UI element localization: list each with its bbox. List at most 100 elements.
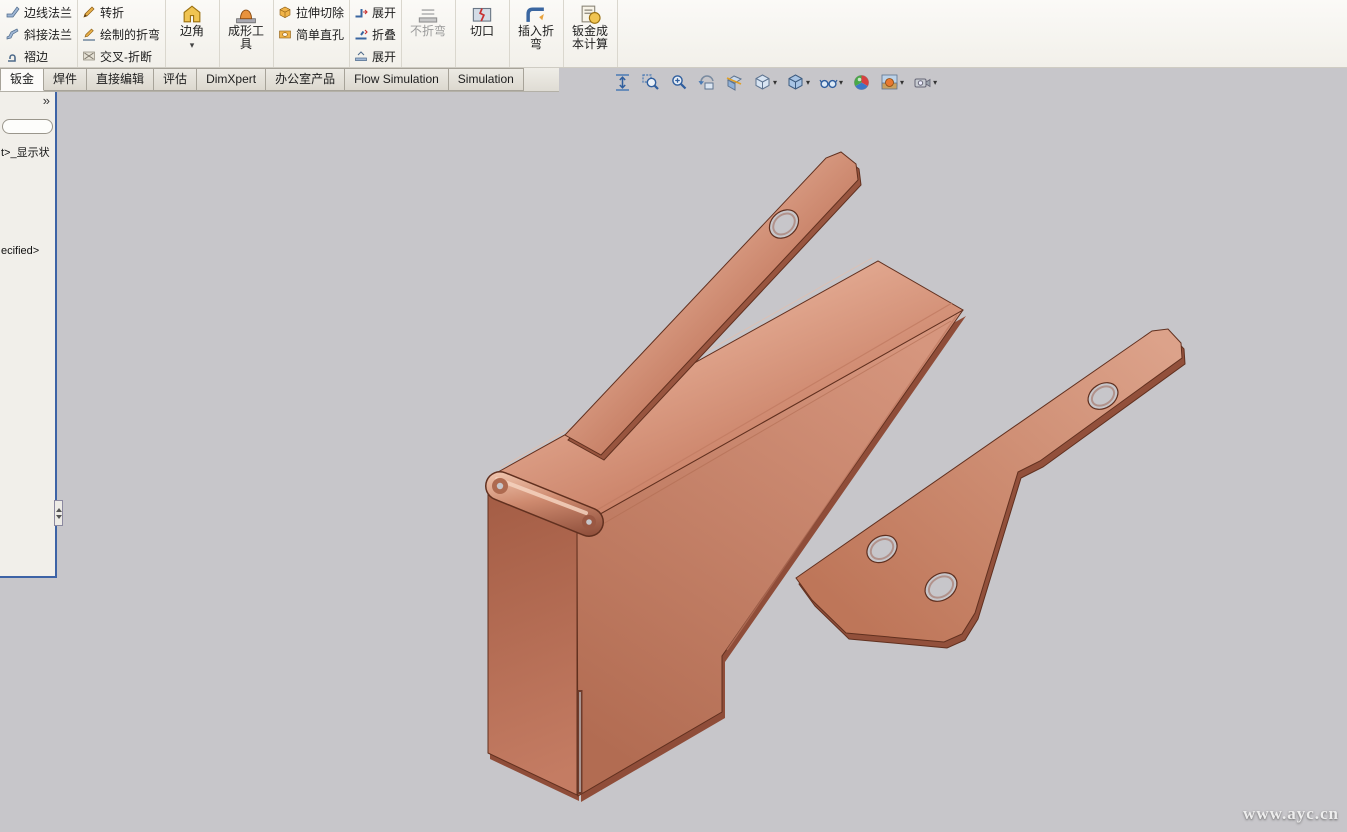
simple-hole-button[interactable]: 简单直孔 bbox=[278, 23, 344, 45]
cross-break-button[interactable]: 交叉-折断 bbox=[82, 45, 160, 67]
sketched-bend-icon bbox=[82, 27, 96, 41]
miter-flange-button[interactable]: 斜接法兰 bbox=[6, 23, 72, 45]
apply-scene-button[interactable]: ▾ bbox=[879, 72, 905, 93]
no-bends-label: 不折弯 bbox=[408, 25, 448, 38]
zoom-in-out-button[interactable] bbox=[668, 72, 689, 93]
apply-scene-icon bbox=[880, 73, 899, 92]
zoom-in-out-icon bbox=[669, 73, 688, 92]
corner-dropdown-caret[interactable]: ▾ bbox=[190, 40, 195, 50]
tab-weldments[interactable]: 焊件 bbox=[44, 68, 87, 91]
view-settings-icon bbox=[913, 73, 932, 92]
jog-icon bbox=[82, 5, 96, 19]
ribbon-group-cost: 钣金成本计算 bbox=[564, 0, 618, 67]
ribbon-group-no-bends: 不折弯 bbox=[402, 0, 456, 67]
edge-flange-button[interactable]: 边线法兰 bbox=[6, 1, 72, 23]
tab-direct-editing[interactable]: 直接编辑 bbox=[87, 68, 154, 91]
heads-up-view-toolbar: ▾ ▾ ▾ ▾ ▾ bbox=[612, 72, 938, 93]
panel-expand-chevron[interactable]: » bbox=[43, 93, 50, 108]
edit-appearance-icon bbox=[852, 73, 871, 92]
edge-flange-icon bbox=[6, 5, 20, 19]
apply-scene-caret: ▾ bbox=[900, 78, 904, 87]
hem-icon bbox=[6, 49, 20, 63]
ribbon-group-insert-bends: 插入折弯 bbox=[510, 0, 564, 67]
ribbon-group-flanges: 边线法兰 斜接法兰 褶边 bbox=[2, 0, 78, 67]
flatten-label: 展开 bbox=[372, 48, 396, 65]
zoom-area-icon bbox=[641, 73, 660, 92]
ribbon-group-corner: 边角 ▾ bbox=[166, 0, 220, 67]
insert-bends-label: 插入折弯 bbox=[516, 25, 556, 51]
insert-bends-button[interactable]: 插入折弯 bbox=[514, 1, 558, 51]
display-style-icon bbox=[786, 73, 805, 92]
ribbon-group-cuts: 拉伸切除 简单直孔 bbox=[274, 0, 350, 67]
corner-icon bbox=[181, 3, 203, 25]
unfold-icon bbox=[354, 5, 368, 19]
flatten-button[interactable]: 展开 bbox=[354, 45, 396, 67]
ribbon-group-rip: 切口 bbox=[456, 0, 510, 67]
ribbon-group-bends: 转折 绘制的折弯 交叉-折断 bbox=[78, 0, 166, 67]
view-orientation-caret: ▾ bbox=[773, 78, 777, 87]
sketched-bend-button[interactable]: 绘制的折弯 bbox=[82, 23, 160, 45]
hem-label: 褶边 bbox=[24, 48, 48, 65]
corner-button[interactable]: 边角 ▾ bbox=[170, 1, 214, 50]
zoom-fit-button[interactable] bbox=[612, 72, 633, 93]
unfold-button[interactable]: 展开 bbox=[354, 1, 396, 23]
panel-splitter-handle[interactable] bbox=[54, 500, 63, 526]
splitter-down-arrow bbox=[56, 515, 62, 519]
flatten-icon bbox=[354, 49, 368, 63]
hide-show-items-icon bbox=[819, 73, 838, 92]
simple-hole-label: 简单直孔 bbox=[296, 26, 344, 43]
view-settings-button[interactable]: ▾ bbox=[912, 72, 938, 93]
cross-break-label: 交叉-折断 bbox=[100, 48, 152, 65]
forming-tool-button[interactable]: 成形工具 bbox=[224, 1, 268, 51]
tab-flow-simulation[interactable]: Flow Simulation bbox=[345, 68, 449, 91]
feature-manager-panel: » t>_显示状 ecified> bbox=[0, 92, 57, 578]
previous-view-button[interactable] bbox=[696, 72, 717, 93]
model-canvas bbox=[0, 0, 1347, 832]
ribbon-group-forming: 成形工具 bbox=[220, 0, 274, 67]
ribbon-tab-strip: 钣金 焊件 直接编辑 评估 DimXpert 办公室产品 Flow Simula… bbox=[0, 68, 559, 92]
corner-label: 边角 bbox=[172, 25, 212, 38]
sheet-metal-cost-label: 钣金成本计算 bbox=[570, 25, 610, 51]
section-view-icon bbox=[725, 73, 744, 92]
no-bends-icon bbox=[417, 3, 439, 25]
feature-tree-item-not-specified[interactable]: ecified> bbox=[1, 245, 56, 257]
feature-tree-item-display-state[interactable]: t>_显示状 bbox=[1, 144, 56, 160]
display-style-button[interactable]: ▾ bbox=[785, 72, 811, 93]
sheet-metal-cost-button[interactable]: 钣金成本计算 bbox=[568, 1, 612, 51]
view-orientation-button[interactable]: ▾ bbox=[752, 72, 778, 93]
miter-flange-label: 斜接法兰 bbox=[24, 26, 72, 43]
splitter-up-arrow bbox=[56, 508, 62, 512]
hide-show-items-button[interactable]: ▾ bbox=[818, 72, 844, 93]
sketched-bend-label: 绘制的折弯 bbox=[100, 26, 160, 43]
extruded-cut-icon bbox=[278, 5, 292, 19]
sheet-metal-part[interactable] bbox=[488, 152, 1185, 802]
sheet-metal-cost-icon bbox=[579, 3, 601, 25]
jog-button[interactable]: 转折 bbox=[82, 1, 160, 23]
rip-icon bbox=[471, 3, 493, 25]
extruded-cut-button[interactable]: 拉伸切除 bbox=[278, 1, 344, 23]
no-bends-button[interactable]: 不折弯 bbox=[406, 1, 450, 38]
previous-view-icon bbox=[697, 73, 716, 92]
tab-dimxpert[interactable]: DimXpert bbox=[197, 68, 266, 91]
view-settings-caret: ▾ bbox=[933, 78, 937, 87]
tab-simulation[interactable]: Simulation bbox=[449, 68, 524, 91]
edge-flange-label: 边线法兰 bbox=[24, 4, 72, 21]
fold-icon bbox=[354, 27, 368, 41]
feature-tree-root-item[interactable] bbox=[2, 119, 53, 134]
edit-appearance-button[interactable] bbox=[851, 72, 872, 93]
zoom-area-button[interactable] bbox=[640, 72, 661, 93]
miter-flange-icon bbox=[6, 27, 20, 41]
tab-evaluate[interactable]: 评估 bbox=[154, 68, 197, 91]
fold-label: 折叠 bbox=[372, 26, 396, 43]
fold-button[interactable]: 折叠 bbox=[354, 23, 396, 45]
extruded-cut-label: 拉伸切除 bbox=[296, 4, 344, 21]
rip-button[interactable]: 切口 bbox=[460, 1, 504, 38]
tab-sheet-metal[interactable]: 钣金 bbox=[0, 68, 44, 91]
forming-tool-icon bbox=[235, 3, 257, 25]
hem-button[interactable]: 褶边 bbox=[6, 45, 72, 67]
rip-label: 切口 bbox=[462, 25, 502, 38]
view-orientation-icon bbox=[753, 73, 772, 92]
tab-office-products[interactable]: 办公室产品 bbox=[266, 68, 345, 91]
ribbon-group-fold: 展开 折叠 展开 bbox=[350, 0, 402, 67]
section-view-button[interactable] bbox=[724, 72, 745, 93]
